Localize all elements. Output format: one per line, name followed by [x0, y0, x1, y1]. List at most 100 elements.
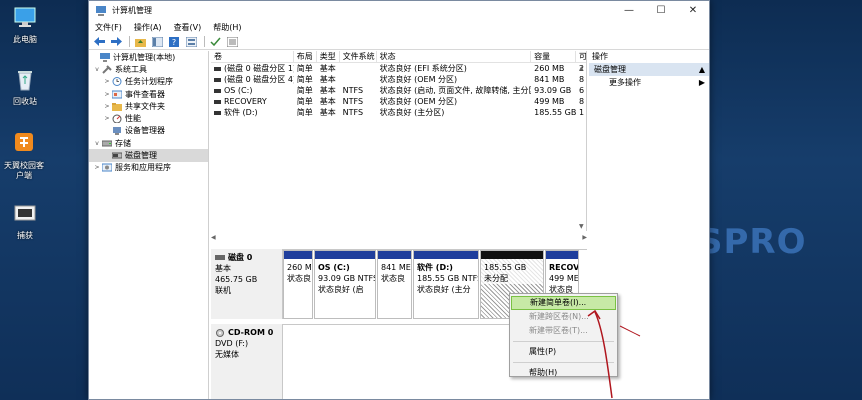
column-header-type[interactable]: 类型: [317, 51, 340, 62]
menu-item-help[interactable]: 帮助(H): [511, 366, 616, 380]
desktop-icon-capture[interactable]: 捕获: [2, 202, 48, 241]
forward-button[interactable]: [109, 36, 123, 48]
tree-expander[interactable]: v: [93, 66, 101, 73]
column-header-volume[interactable]: 卷: [211, 51, 294, 62]
back-button[interactable]: [92, 36, 106, 48]
table-row[interactable]: RECOVERY 简单 基本 NTFS 状态良好 (OEM 分区) 499 MB…: [211, 96, 586, 107]
desktop-icon-this-pc[interactable]: 此电脑: [2, 6, 48, 45]
column-header-capacity[interactable]: 容量: [531, 51, 577, 62]
column-header-status[interactable]: 状态: [377, 51, 532, 62]
cell-volume: OS (C:): [224, 86, 253, 95]
partition-status: 未分配: [484, 274, 508, 283]
submenu-arrow-icon: ▶: [698, 78, 705, 87]
scroll-up-arrow[interactable]: ▲: [579, 65, 584, 72]
folder-up-icon: [134, 38, 146, 47]
table-row[interactable]: 软件 (D:) 简单 基本 NTFS 状态良好 (主分区) 185.55 GB …: [211, 107, 586, 118]
scroll-right-arrow[interactable]: ▶: [582, 234, 587, 241]
column-header-layout[interactable]: 布局: [294, 51, 317, 62]
desktop-icon-label: 天翼校园客 户端: [4, 161, 44, 180]
tree-expander[interactable]: >: [103, 115, 111, 122]
scroll-down-arrow[interactable]: ▼: [579, 223, 584, 230]
tree-item-services-apps[interactable]: > 服务和应用程序: [89, 162, 208, 174]
partition-bar: [546, 251, 578, 259]
list-view-button[interactable]: [225, 36, 239, 48]
menu-item-properties[interactable]: 属性(P): [511, 345, 616, 359]
maximize-button[interactable]: ☐: [645, 1, 677, 20]
menu-file[interactable]: 文件(F): [95, 22, 122, 33]
console-tree: 计算机管理(本地) v 系统工具 > 任务计划程序 > 事件查看器 > 共享文件…: [89, 51, 209, 399]
tree-item-performance[interactable]: > 性能: [89, 112, 208, 124]
partition-efi[interactable]: 260 M 状态良: [283, 250, 313, 319]
capture-icon: [14, 205, 36, 221]
partition-oem[interactable]: 841 ME 状态良: [377, 250, 412, 319]
tree-item-label: 设备管理器: [125, 126, 165, 136]
menu-item-new-simple-volume[interactable]: 新建简单卷(I)...: [511, 296, 616, 310]
partition-software-d[interactable]: 软件 (D:) 185.55 GB NTFS 状态良好 (主分: [413, 250, 479, 319]
tree-item-system-tools[interactable]: v 系统工具: [89, 63, 208, 75]
cell-layout: 简单: [296, 86, 313, 95]
up-folder-button[interactable]: [133, 36, 147, 48]
action-more-actions[interactable]: 更多操作 ▶: [589, 76, 709, 89]
table-row[interactable]: OS (C:) 简单 基本 NTFS 状态良好 (启动, 页面文件, 故障转储,…: [211, 85, 586, 96]
show-hide-tree-button[interactable]: [150, 36, 164, 48]
toolbar-separator: [129, 36, 130, 47]
tree-item-task-scheduler[interactable]: > 任务计划程序: [89, 76, 208, 88]
close-button[interactable]: ✕: [677, 1, 709, 20]
partition-size: 499 ME: [549, 274, 579, 283]
desktop-icon-label: 此电脑: [13, 35, 37, 44]
cell-free: 8: [579, 75, 585, 84]
cell-capacity: 499 MB: [534, 97, 565, 106]
table-row[interactable]: (磁盘 0 磁盘分区 1) 简单 基本 状态良好 (EFI 系统分区) 260 …: [211, 63, 586, 74]
column-header-filesystem[interactable]: 文件系统: [340, 51, 377, 62]
tree-expander[interactable]: >: [103, 103, 111, 110]
tree-item-shared-folders[interactable]: > 共享文件夹: [89, 100, 208, 112]
cell-capacity: 841 MB: [534, 75, 565, 84]
minimize-button[interactable]: —: [613, 1, 645, 20]
services-icon: [102, 163, 112, 172]
partition-bar: [284, 251, 312, 259]
table-row[interactable]: (磁盘 0 磁盘分区 4) 简单 基本 状态良好 (OEM 分区) 841 MB…: [211, 74, 586, 85]
cell-layout: 简单: [296, 97, 313, 106]
partition-os-c[interactable]: OS (C:) 93.09 GB NTFS 状态良好 (启: [314, 250, 376, 319]
help-button[interactable]: ?: [167, 36, 181, 48]
tree-item-storage[interactable]: v 存储: [89, 137, 208, 149]
tree-item-computer-management[interactable]: 计算机管理(本地): [89, 51, 208, 63]
collapse-arrow-icon[interactable]: ▲: [699, 63, 705, 76]
scroll-left-arrow[interactable]: ◀: [211, 234, 216, 241]
tree-item-device-manager[interactable]: 设备管理器: [89, 125, 208, 137]
menu-action[interactable]: 操作(A): [134, 22, 162, 33]
cell-type: 基本: [319, 86, 336, 95]
cell-volume: RECOVERY: [224, 97, 267, 106]
cell-type: 基本: [319, 97, 336, 106]
desktop-icon-recycle-bin[interactable]: 回收站: [2, 68, 48, 107]
properties-button[interactable]: [184, 36, 198, 48]
cell-status: 状态良好 (EFI 系统分区): [379, 64, 467, 73]
cell-filesystem: NTFS: [342, 108, 364, 117]
tree-expander[interactable]: v: [93, 140, 101, 147]
desktop-icon-campus-client[interactable]: 天翼校园客 户端: [0, 132, 49, 181]
cell-capacity: 260 MB: [534, 64, 565, 73]
column-header-free[interactable]: 可: [576, 51, 586, 62]
menu-view[interactable]: 查看(V): [174, 22, 202, 33]
svg-text:?: ?: [172, 38, 176, 47]
check-button[interactable]: [208, 36, 222, 48]
horizontal-scrollbar[interactable]: ◀ ▶: [211, 234, 587, 242]
disk-info[interactable]: 磁盘 0 基本 465.75 GB 联机: [211, 249, 283, 319]
drive-icon: [214, 110, 221, 115]
title-bar: 计算机管理 — ☐ ✕: [89, 1, 709, 20]
partition-size: 841 ME: [381, 263, 411, 272]
tree-item-event-viewer[interactable]: > 事件查看器: [89, 88, 208, 100]
disk-status: 联机: [215, 286, 231, 295]
toolbar: ?: [89, 34, 709, 50]
tree-item-disk-management[interactable]: 磁盘管理: [89, 149, 208, 162]
tree-expander[interactable]: >: [103, 78, 111, 85]
actions-section-disk-management[interactable]: 磁盘管理 ▲: [589, 63, 709, 76]
tree-expander[interactable]: >: [93, 164, 101, 171]
tree-expander[interactable]: >: [103, 91, 111, 98]
cell-status: 状态良好 (主分区): [379, 108, 445, 117]
disk-info[interactable]: CD-ROM 0 DVD (F:) 无媒体: [211, 324, 283, 399]
list-header: 卷 布局 类型 文件系统 状态 容量 可: [211, 51, 586, 63]
partition-status: 状态良好 (主分: [417, 285, 471, 294]
menu-help[interactable]: 帮助(H): [213, 22, 241, 33]
disk-type: 基本: [215, 264, 231, 273]
